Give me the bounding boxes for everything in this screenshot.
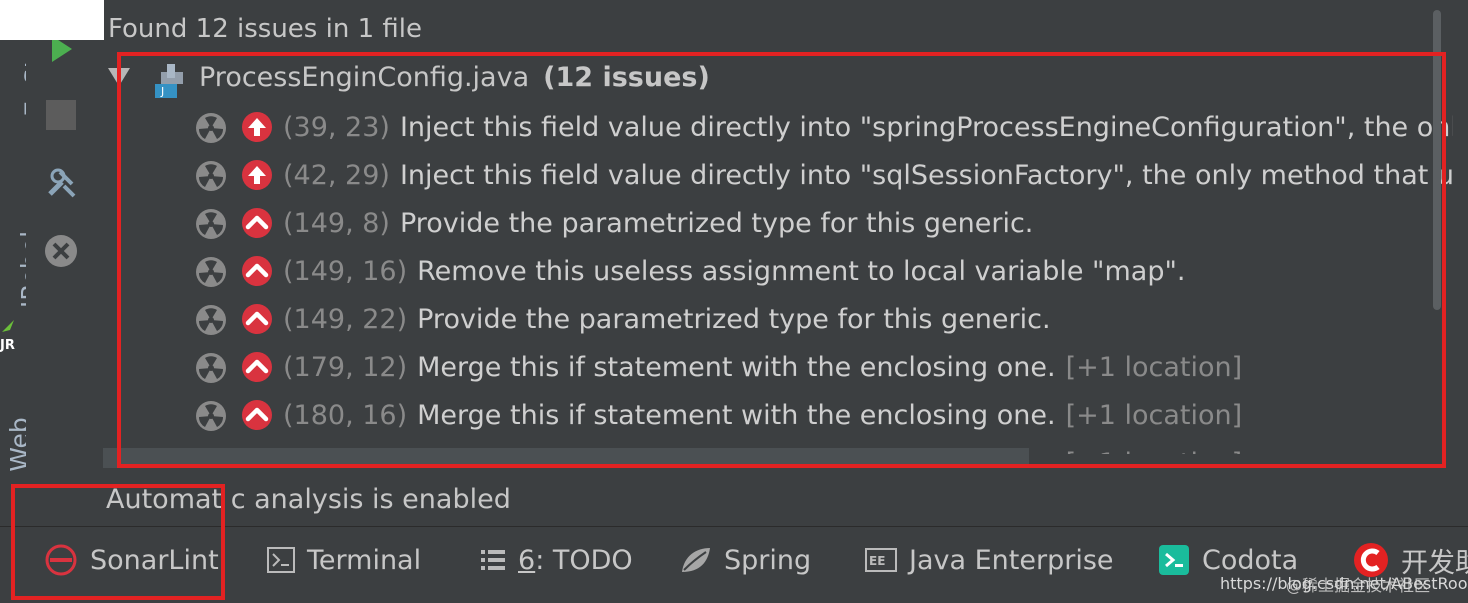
settings-tools-icon[interactable] (44, 166, 78, 200)
tab-terminal[interactable]: Terminal (267, 540, 421, 580)
tab-todo-label: : TODO (535, 544, 633, 576)
white-corner-patch (0, 0, 104, 40)
left-tool-strip: 7: Stru JRebel JR Web (0, 0, 49, 526)
issue-message: Inject this field value directly into "s… (399, 160, 1453, 191)
issue-text: (149, 16) Remove this useless assignment … (283, 256, 1185, 287)
tab-spring[interactable]: Spring (680, 540, 811, 580)
tab-spring-label: Spring (724, 544, 812, 576)
svg-text:J: J (160, 85, 164, 98)
major-priority-icon (242, 112, 272, 142)
tab-java-enterprise[interactable]: EE Java Enterprise (865, 540, 1114, 580)
minor-priority-icon (242, 400, 272, 430)
issue-row[interactable]: (149, 8) Provide the parametrized type fo… (103, 200, 1453, 248)
collapse-triangle-icon[interactable] (108, 68, 130, 86)
issue-row[interactable]: (149, 16) Remove this useless assignment … (103, 248, 1453, 296)
sonarlint-icon (45, 544, 77, 576)
issue-location: (149, 22) (283, 304, 408, 335)
minor-priority-icon (242, 304, 272, 334)
terminal-icon (267, 547, 295, 573)
tab-sonarlint[interactable]: SonarLint (44, 540, 219, 580)
issue-extra-locations[interactable]: [+1 location] (1066, 352, 1243, 383)
watermark: https://blog.csdn.net/ABestRookie (1220, 574, 1468, 593)
issue-location: (42, 29) (283, 160, 390, 191)
issue-message: Inject this field value directly into "s… (399, 112, 1453, 143)
spring-leaf-icon (682, 548, 710, 572)
issue-location: (149, 8) (283, 208, 390, 239)
jrebel-leaf-icon (2, 320, 14, 332)
clear-close-icon[interactable] (44, 234, 78, 268)
tool-window-bar: SonarLint Terminal 6: TODO Spring EE Jav… (0, 526, 1468, 603)
tab-todo[interactable]: 6: TODO (480, 540, 633, 580)
code-smell-icon (196, 161, 226, 191)
issue-text: (179, 12) Merge this if statement with th… (283, 352, 1242, 383)
vertical-scrollbar[interactable] (1433, 10, 1441, 310)
issues-summary: Found 12 issues in 1 file (108, 14, 422, 44)
issue-text: (149, 8) Provide the parametrized type fo… (283, 208, 1033, 239)
issue-location: (149, 16) (283, 256, 408, 287)
codota-icon (1159, 545, 1189, 575)
file-issue-count: (12 issues) (543, 62, 710, 93)
issue-location: (39, 23) (283, 112, 390, 143)
java-enterprise-icon: EE (865, 548, 897, 572)
code-smell-icon (196, 305, 226, 335)
issue-row[interactable]: (179, 12) Merge this if statement with th… (103, 344, 1453, 392)
issue-extra-locations[interactable]: [+1 location] (1066, 400, 1243, 431)
issues-panel: Found 12 issues in 1 file J ProcessEngin… (103, 0, 1468, 526)
issue-row[interactable]: (180, 16) Merge this if statement with th… (103, 392, 1453, 440)
major-priority-icon (242, 160, 272, 190)
sonarlint-toolstrip (26, 0, 102, 526)
code-smell-icon (196, 401, 226, 431)
tab-java-enterprise-label: Java Enterprise (909, 544, 1114, 576)
svg-text:EE: EE (869, 554, 885, 568)
issue-location: (179, 12) (283, 352, 408, 383)
code-smell-icon (196, 113, 226, 143)
jrebel-badge: JR (0, 318, 16, 353)
code-smell-icon (196, 209, 226, 239)
issue-message: Remove this useless assignment to local … (417, 256, 1186, 287)
file-name: ProcessEnginConfig.java (199, 62, 530, 93)
minor-priority-icon (242, 208, 272, 238)
issue-row[interactable]: (149, 22) Provide the parametrized type f… (103, 296, 1453, 344)
minor-priority-icon (242, 352, 272, 382)
analysis-status: Automat c analysis is enabled (106, 484, 511, 515)
issue-message: Merge this if statement with the enclosi… (417, 352, 1056, 383)
issue-message: Merge this if statement with the enclosi… (417, 400, 1056, 431)
issue-row[interactable]: (39, 23) Inject this field value directly… (103, 104, 1453, 152)
stop-icon[interactable] (44, 98, 78, 132)
jrebel-badge-text: JR (0, 338, 15, 353)
issue-row[interactable]: (42, 29) Inject this field value directly… (103, 152, 1453, 200)
file-node[interactable]: ProcessEnginConfig.java (12 issues) (199, 62, 710, 93)
issue-location: (180, 16) (283, 400, 408, 431)
issue-text: (180, 16) Merge this if statement with th… (283, 400, 1242, 431)
issue-message: Provide the parametrized type for this g… (417, 304, 1051, 335)
issue-message: Provide the parametrized type for this g… (399, 208, 1034, 239)
tab-todo-number: 6 (518, 544, 536, 576)
selected-row-highlight (103, 448, 1029, 468)
tab-codota-label: Codota (1202, 544, 1299, 576)
minor-priority-icon (242, 256, 272, 286)
tab-sonarlint-label: SonarLint (90, 544, 219, 576)
issue-text: (149, 22) Provide the parametrized type f… (283, 304, 1051, 335)
issue-text: (42, 29) Inject this field value directly… (283, 160, 1453, 191)
tab-terminal-label: Terminal (307, 544, 422, 576)
code-smell-icon (196, 353, 226, 383)
code-smell-icon (196, 257, 226, 287)
todo-list-icon (481, 550, 505, 570)
issue-text: (39, 23) Inject this field value directly… (283, 112, 1453, 143)
java-file-icon: J (155, 64, 183, 98)
issue-extra-locations[interactable]: [+1 location] (1066, 448, 1243, 454)
